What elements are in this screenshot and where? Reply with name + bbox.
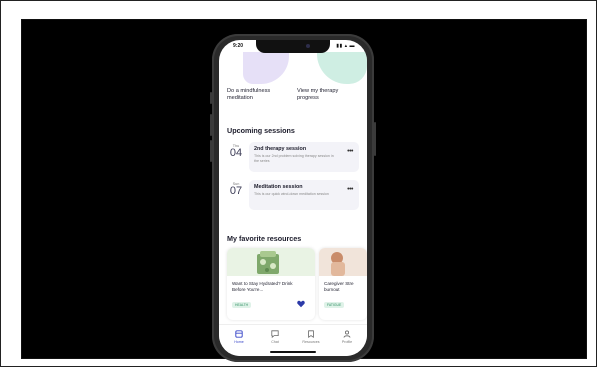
activity-label: Do a mindfulness meditation: [227, 88, 271, 101]
notch: [256, 40, 330, 53]
session-date: Sun 07: [227, 182, 245, 197]
session-day-number: 04: [229, 147, 243, 159]
activity-illustration: [243, 52, 289, 84]
session-description: This is our 2nd problem solving therapy …: [254, 154, 334, 163]
nav-item-home[interactable]: Home: [227, 330, 251, 344]
nav-label: Profile: [341, 340, 353, 344]
volume-up-button: [210, 114, 212, 136]
activity-illustration: [317, 52, 367, 84]
session-card[interactable]: 2nd therapy session This is our 2nd prob…: [249, 142, 359, 172]
chat-icon: [271, 330, 279, 338]
resource-image: [227, 248, 315, 276]
session-card[interactable]: Meditation session This is our quick win…: [249, 180, 359, 210]
activity-label: View my therapy progress: [297, 88, 339, 101]
activity-card-progress[interactable]: [297, 52, 367, 84]
resource-tag: FATIGUE: [324, 302, 345, 308]
favorite-resources-heading: My favorite resources: [227, 234, 302, 243]
nav-item-profile[interactable]: Profile: [335, 330, 359, 344]
session-name: Meditation session: [254, 184, 303, 190]
caregiver-illustration: [331, 252, 345, 276]
more-options-icon[interactable]: •••: [347, 186, 353, 193]
status-time: 9:20: [233, 43, 244, 49]
more-options-icon[interactable]: •••: [347, 148, 353, 155]
session-date: Thu 04: [227, 144, 245, 159]
bookmark-icon: [308, 330, 314, 338]
profile-icon: [343, 330, 351, 338]
nav-item-chat[interactable]: Chat: [263, 330, 287, 344]
screenshot-frame: 9:20 ▮▮ ▴ ▬ Do a mindfulness meditation …: [0, 0, 597, 367]
session-description: This is our quick wind-down meditation s…: [254, 192, 329, 196]
upcoming-sessions-heading: Upcoming sessions: [227, 126, 295, 135]
heart-icon[interactable]: [297, 300, 305, 308]
camera-dot: [306, 44, 310, 48]
app-screen: 9:20 ▮▮ ▴ ▬ Do a mindfulness meditation …: [219, 40, 367, 356]
session-name: 2nd therapy session: [254, 146, 307, 152]
activity-card-meditation[interactable]: [227, 52, 289, 84]
session-day-number: 07: [229, 185, 243, 197]
hydration-illustration: [257, 251, 279, 274]
mute-switch: [210, 92, 212, 104]
resource-card[interactable]: Caregiver Stre burnout FATIGUE: [319, 248, 367, 320]
power-button: [374, 122, 376, 156]
home-indicator: [270, 351, 316, 353]
volume-down-button: [210, 140, 212, 162]
resource-title: Caregiver Stre burnout: [324, 281, 354, 292]
signal-battery-icon: ▮▮ ▴ ▬: [336, 43, 355, 49]
activity-row: Do a mindfulness meditation View my ther…: [227, 52, 367, 112]
resource-tag: HEALTH: [232, 302, 252, 308]
nav-item-resources[interactable]: Resources: [299, 330, 323, 344]
nav-label: Resources: [302, 340, 320, 344]
resource-card[interactable]: Want to Stay Hydrated? Drink Before You'…: [227, 248, 315, 320]
resource-image: [319, 248, 367, 276]
nav-label: Home: [234, 340, 244, 344]
nav-label: Chat: [271, 340, 279, 344]
phone-mockup: 9:20 ▮▮ ▴ ▬ Do a mindfulness meditation …: [210, 34, 376, 362]
resource-title: Want to Stay Hydrated? Drink Before You'…: [232, 281, 293, 292]
home-icon: [235, 330, 243, 338]
